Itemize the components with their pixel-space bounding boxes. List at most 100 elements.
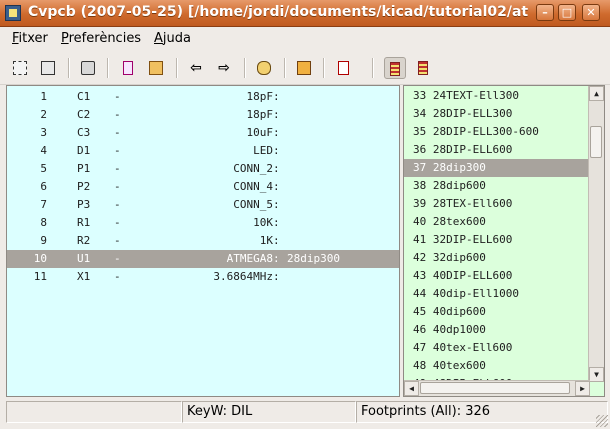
component-number: 3 [40, 126, 47, 139]
separator-colon: : [273, 198, 280, 211]
component-number: 7 [40, 198, 47, 211]
component-row[interactable]: 8 R1 10K -: [7, 214, 399, 232]
footprint-row[interactable]: 39 28TEX-Ell600 [404, 195, 590, 213]
component-list[interactable]: 1 C1 18pF -: 2 C2 18pF -: 3 C3 10uF -: 4 D1 LED -: 5 P1 CO… [6, 85, 400, 397]
footprint-row[interactable]: 38 28dip600 [404, 177, 590, 195]
display-footprint-icon[interactable] [77, 57, 99, 79]
component-row[interactable]: 11 X1 3.6864MHz -: [7, 268, 399, 286]
component-row[interactable]: 7 P3 CONN_5 -: [7, 196, 399, 214]
component-row[interactable]: 3 C3 10uF -: [7, 124, 399, 142]
resize-grip-icon[interactable] [596, 415, 608, 427]
title-bar[interactable]: Cvpcb (2007-05-25) [/home/jordi/document… [0, 0, 610, 27]
component-reference: C3 [77, 126, 91, 139]
component-value: 18pF [246, 108, 274, 121]
auto-associate-icon[interactable] [145, 57, 167, 79]
component-number: 8 [40, 216, 47, 229]
horizontal-scrollbar[interactable]: ◀ ▶ [404, 380, 590, 396]
close-button[interactable]: ✕ [582, 4, 600, 21]
footprint-row[interactable]: 37 28dip300 [404, 159, 590, 177]
component-value: 3.6864MHz [213, 270, 273, 283]
list-filter-icon[interactable] [384, 57, 406, 79]
component-row[interactable]: 4 D1 LED -: [7, 142, 399, 160]
footprint-row[interactable]: 36 28DIP-ELL600 [404, 141, 590, 159]
separator-dash: - [114, 234, 121, 247]
toolbar-separator [284, 58, 286, 78]
footprint-row[interactable]: 35 28DIP-ELL300-600 [404, 123, 590, 141]
vertical-scrollbar[interactable]: ▲ ▼ [588, 86, 604, 382]
chip-icon[interactable] [117, 57, 139, 79]
menu-fitxer[interactable]: Fitxer [12, 31, 48, 46]
component-row[interactable]: 9 R2 1K -: [7, 232, 399, 250]
footprint-row[interactable]: 44 40dip-Ell1000 [404, 285, 590, 303]
pdf-doc-icon[interactable] [332, 57, 354, 79]
footprint-row[interactable]: 45 40dip600 [404, 303, 590, 321]
arrow-left-icon[interactable]: ⇦ [185, 57, 207, 79]
scroll-right-icon[interactable]: ▶ [575, 381, 590, 396]
component-reference: C1 [77, 90, 91, 103]
separator-dash: - [114, 126, 121, 139]
footprint-row[interactable]: 47 40tex-Ell600 [404, 339, 590, 357]
separator-colon: : [273, 90, 280, 103]
toolbar-separator [323, 58, 325, 78]
footprint-row[interactable]: 41 32DIP-ELL600 [404, 231, 590, 249]
footprint-row[interactable]: 42 32dip600 [404, 249, 590, 267]
component-number: 1 [40, 90, 47, 103]
footprint-row[interactable]: 48 40tex600 [404, 357, 590, 375]
component-reference: D1 [77, 144, 91, 157]
separator-colon: : [273, 252, 280, 265]
component-number: 9 [40, 234, 47, 247]
separator-colon: : [273, 270, 280, 283]
toolbar-separator [176, 58, 178, 78]
status-left [6, 401, 182, 423]
menu-ajuda-accel: A [154, 31, 163, 46]
separator-dash: - [114, 144, 121, 157]
component-row[interactable]: 6 P2 CONN_4 -: [7, 178, 399, 196]
toolbar-separator [68, 58, 70, 78]
menu-ajuda-label: juda [162, 31, 191, 46]
arrow-right-icon[interactable]: ⇨ [213, 57, 235, 79]
footprint-row[interactable]: 34 28DIP-ELL300 [404, 105, 590, 123]
component-reference: P2 [77, 180, 91, 193]
footprint-row[interactable]: 43 40DIP-ELL600 [404, 267, 590, 285]
separator-colon: : [273, 180, 280, 193]
component-row[interactable]: 1 C1 18pF -: [7, 88, 399, 106]
app-icon[interactable] [5, 5, 21, 21]
scroll-down-icon[interactable]: ▼ [589, 367, 604, 382]
component-footprint: 28dip300 [287, 252, 340, 265]
footprint-row[interactable]: 46 40dp1000 [404, 321, 590, 339]
toolbar: ⇦ ⇨ [0, 52, 610, 85]
delete-all-icon[interactable] [253, 57, 275, 79]
component-row[interactable]: 2 C2 18pF -: [7, 106, 399, 124]
status-footprint-count: Footprints (All): 326 [356, 401, 608, 423]
footprint-row[interactable]: 40 28tex600 [404, 213, 590, 231]
component-reference: P1 [77, 162, 91, 175]
separator-colon: : [273, 144, 280, 157]
component-reference: R1 [77, 216, 91, 229]
separator-dash: - [114, 108, 121, 121]
footprint-row[interactable]: 33 24TEXT-Ell300 [404, 87, 590, 105]
component-number: 4 [40, 144, 47, 157]
horizontal-scroll-thumb[interactable] [420, 382, 570, 394]
scroll-up-icon[interactable]: ▲ [589, 86, 604, 101]
component-reference: C2 [77, 108, 91, 121]
component-row[interactable]: 10 U1 ATMEGA8 28dip300 -: [7, 250, 399, 268]
component-value: CONN_5 [233, 198, 273, 211]
separator-dash: - [114, 180, 121, 193]
module-view-icon[interactable] [37, 57, 59, 79]
maximize-button[interactable]: □ [558, 4, 576, 21]
menu-ajuda[interactable]: Ajuda [154, 31, 191, 46]
toolbar-separator [372, 58, 374, 78]
vertical-scroll-thumb[interactable] [590, 126, 602, 158]
minimize-button[interactable]: – [536, 4, 554, 21]
component-reference: P3 [77, 198, 91, 211]
menu-preferencies-label: referències [68, 31, 142, 46]
footprint-list[interactable]: 33 24TEXT-Ell300 34 28DIP-ELL300 35 28DIP-… [403, 85, 605, 397]
menu-preferencies[interactable]: Preferències [61, 31, 141, 46]
component-number: 5 [40, 162, 47, 175]
component-row[interactable]: 5 P1 CONN_2 -: [7, 160, 399, 178]
list-all-icon[interactable] [412, 57, 434, 79]
save-stuff-icon[interactable] [293, 57, 315, 79]
component-value: ATMEGA8 [226, 252, 273, 265]
config-icon[interactable] [9, 57, 31, 79]
scroll-left-icon[interactable]: ◀ [404, 381, 419, 396]
